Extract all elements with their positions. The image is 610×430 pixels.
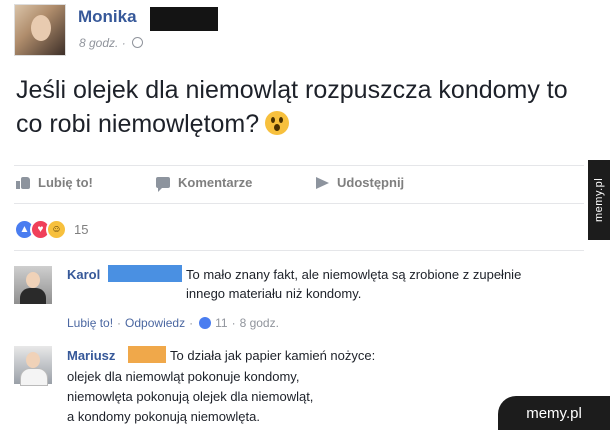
redacted-surname bbox=[150, 7, 218, 31]
comment-label: Komentarze bbox=[178, 175, 253, 190]
globe-icon bbox=[132, 37, 144, 48]
wow-emoji-icon bbox=[265, 111, 290, 135]
author-name[interactable]: Monika bbox=[78, 7, 137, 27]
comment-line: niemowlęta pokonują olejek dla niemowląt… bbox=[67, 389, 314, 404]
thumbs-up-icon bbox=[16, 176, 30, 189]
like-reaction-icon bbox=[199, 317, 212, 329]
meta-separator: · bbox=[121, 36, 126, 50]
comment-button[interactable]: Komentarze bbox=[156, 175, 253, 192]
comment-avatar[interactable] bbox=[14, 346, 52, 386]
comment-line: To działa jak papier kamień nożyce: bbox=[170, 348, 376, 363]
reactions-summary[interactable]: ▲ ♥ ☺ 15 bbox=[14, 219, 88, 240]
comment-icon bbox=[156, 177, 170, 192]
redacted-surname bbox=[128, 346, 166, 363]
comment-line: a kondomy pokonują niemowlęta. bbox=[67, 409, 260, 424]
corner-watermark: memy.pl bbox=[498, 396, 610, 430]
divider bbox=[14, 203, 584, 204]
comment-line: olejek dla niemowląt pokonuje kondomy, bbox=[67, 369, 300, 384]
comment-time[interactable]: 8 godz. bbox=[240, 316, 279, 330]
share-button[interactable]: Udostępnij bbox=[316, 175, 404, 190]
share-arrow-icon bbox=[316, 176, 329, 189]
comment-text: To mało znany fakt, ale niemowlęta są zr… bbox=[186, 265, 526, 303]
comment-actions: Lubię to! · Odpowiedz · 11 · 8 godz. bbox=[67, 316, 279, 330]
comment-reply-link[interactable]: Odpowiedz bbox=[125, 316, 185, 330]
post-text: Jeśli olejek dla niemowląt rozpuszcza ko… bbox=[16, 73, 576, 141]
comment-like-link[interactable]: Lubię to! bbox=[67, 316, 113, 330]
share-label: Udostępnij bbox=[337, 175, 405, 190]
author-avatar[interactable] bbox=[14, 4, 66, 56]
like-label: Lubię to! bbox=[38, 175, 93, 190]
reaction-count: 15 bbox=[74, 222, 89, 237]
post-body: Jeśli olejek dla niemowląt rozpuszcza ko… bbox=[16, 76, 568, 138]
comment-text-body: To mało znany fakt, ale niemowlęta są zr… bbox=[186, 267, 522, 301]
comment-like-count[interactable]: 11 bbox=[215, 316, 227, 330]
post-time[interactable]: 8 godz. bbox=[79, 36, 118, 50]
divider bbox=[14, 250, 584, 251]
like-button[interactable]: Lubię to! bbox=[16, 175, 93, 190]
haha-reaction-icon: ☺ bbox=[46, 219, 67, 240]
redacted-surname bbox=[108, 265, 182, 282]
comment-author[interactable]: Karol bbox=[67, 267, 100, 282]
divider bbox=[14, 165, 584, 166]
comment-avatar[interactable] bbox=[14, 266, 52, 304]
side-watermark: memy.pl bbox=[588, 160, 610, 240]
post-meta: 8 godz. · bbox=[79, 36, 144, 50]
comment-author[interactable]: Mariusz bbox=[67, 348, 115, 363]
